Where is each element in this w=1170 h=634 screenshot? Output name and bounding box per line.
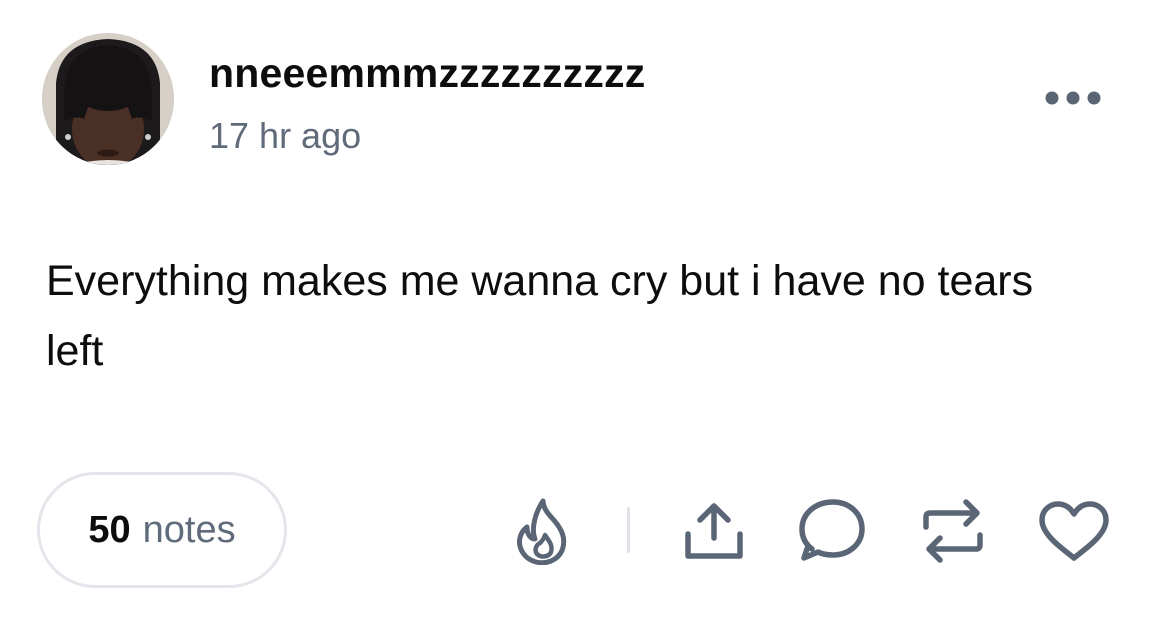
reply-button[interactable] xyxy=(798,497,866,563)
notes-button[interactable]: 50 notes xyxy=(37,472,287,588)
share-button[interactable] xyxy=(682,500,746,562)
action-divider xyxy=(627,507,630,553)
comment-icon xyxy=(799,499,865,561)
heart-icon xyxy=(1039,501,1109,561)
more-options-icon xyxy=(1045,91,1101,105)
like-button[interactable] xyxy=(1038,500,1110,562)
blaze-button[interactable] xyxy=(513,497,575,565)
notes-count: 50 xyxy=(88,508,131,551)
reblog-button[interactable] xyxy=(918,497,988,565)
reblog-icon xyxy=(923,499,983,563)
flame-icon xyxy=(517,498,567,565)
username[interactable]: nneeemmmzzzzzzzzzz xyxy=(209,50,645,97)
notes-label: notes xyxy=(142,508,236,551)
more-options-button[interactable] xyxy=(1040,82,1106,114)
user-avatar-photo-icon xyxy=(42,33,174,165)
post-card: nneeemmmzzzzzzzzzz 17 hr ago Everything … xyxy=(0,0,1170,634)
post-body-text: Everything makes me wanna cry but i have… xyxy=(46,257,1034,375)
share-icon xyxy=(685,503,743,559)
post-timestamp: 17 hr ago xyxy=(209,115,362,156)
avatar[interactable] xyxy=(42,33,174,165)
